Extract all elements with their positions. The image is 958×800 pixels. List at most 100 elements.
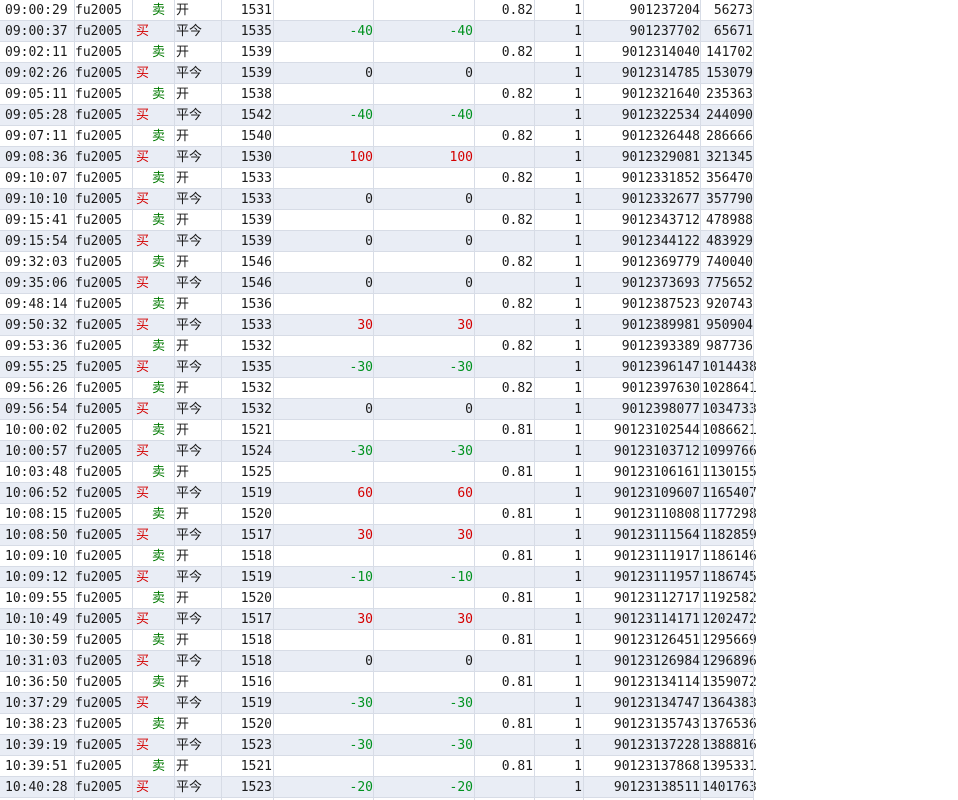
cell-open-close: 平今	[176, 24, 203, 39]
table-row[interactable]: 09:53:36 fu2005 卖开 1532 0.82 1 9012393389 98773…	[0, 336, 958, 357]
cell-open-close: 平今	[176, 234, 203, 249]
cell-fee	[476, 609, 533, 630]
table-row[interactable]: 09:56:26 fu2005 卖开 1532 0.82 1 9012397630 10286…	[0, 378, 958, 399]
cell-order-id: 9012396147	[621, 360, 700, 375]
cell-open-close: 平今	[176, 612, 203, 627]
table-row[interactable]: 09:15:41 fu2005 卖开 1539 0.82 1 9012343712 47898…	[0, 210, 958, 231]
table-row[interactable]: 09:48:14 fu2005 卖开 1536 0.82 1 9012387523 92074…	[0, 294, 958, 315]
table-row[interactable]: 09:02:11 fu2005 卖开 1539 0.82 1 9012314040 14170…	[0, 42, 958, 63]
table-row[interactable]: 09:05:11 fu2005 卖开 1538 0.82 1 9012321640 23536…	[0, 84, 958, 105]
table-row[interactable]: 10:06:52 fu2005 买 平今 1519 60 60 1 90123109607 116…	[0, 483, 958, 504]
cell-quantity: 1	[574, 192, 582, 207]
cell-time: 10:00:02	[5, 423, 68, 438]
table-row[interactable]: 10:03:48 fu2005 卖开 1525 0.81 1 90123106161 1130…	[0, 462, 958, 483]
cell-direction: 买	[136, 150, 150, 165]
cell-fee: 0.81	[501, 759, 533, 774]
table-row[interactable]: 10:38:23 fu2005 卖开 1520 0.81 1 90123135743 1376…	[0, 714, 958, 735]
table-row[interactable]: 09:08:36 fu2005 买 平今 1530 100 100 1 9012329081 32…	[0, 147, 958, 168]
table-row[interactable]: 10:00:02 fu2005 卖开 1521 0.81 1 90123102544 1086…	[0, 420, 958, 441]
cell-price: 1540	[240, 129, 272, 144]
cell-quantity: 1	[574, 759, 582, 774]
table-row[interactable]: 10:00:57 fu2005 买 平今 1524 -30 -30 1 90123103712 1…	[0, 441, 958, 462]
cell-float-pnl: 30	[457, 318, 473, 333]
cell-open-close: 开	[176, 381, 190, 396]
table-row[interactable]: 09:10:10 fu2005 买 平今 1533 0 0 1 9012332677 357790	[0, 189, 958, 210]
cell-code: fu2005	[75, 108, 122, 123]
cell-trade-id: 920743	[706, 297, 753, 312]
cell-code: fu2005	[75, 465, 122, 480]
cell-open-close: 平今	[176, 780, 203, 795]
cell-order-id: 90123111917	[613, 549, 700, 564]
cell-time: 10:30:59	[5, 633, 68, 648]
table-row[interactable]: 10:09:12 fu2005 买 平今 1519 -10 -10 1 90123111957 1…	[0, 567, 958, 588]
table-row[interactable]: 09:15:54 fu2005 买 平今 1539 0 0 1 9012344122 483929	[0, 231, 958, 252]
table-row[interactable]: 10:36:50 fu2005 卖开 1516 0.81 1 90123134114 1359…	[0, 672, 958, 693]
cell-order-id: 9012314040	[621, 45, 700, 60]
column-divider	[174, 0, 175, 800]
table-row[interactable]: 09:50:32 fu2005 买 平今 1533 30 30 1 9012389981 9509…	[0, 315, 958, 336]
cell-open-close: 平今	[176, 150, 203, 165]
cell-quantity: 1	[574, 255, 582, 270]
cell-close-pnl: -40	[349, 108, 373, 123]
cell-fee	[476, 525, 533, 546]
cell-fee: 0.82	[501, 3, 533, 18]
cell-open-close: 开	[176, 675, 190, 690]
cell-time: 10:09:12	[5, 570, 68, 585]
cell-trade-id: 286666	[706, 129, 753, 144]
cell-price: 1533	[240, 171, 272, 186]
table-row[interactable]: 09:35:06 fu2005 买 平今 1546 0 0 1 9012373693 775652	[0, 273, 958, 294]
cell-order-id: 90123138511	[613, 780, 700, 795]
cell-float-pnl	[375, 294, 473, 315]
table-row[interactable]: 10:08:50 fu2005 买 平今 1517 30 30 1 90123111564 118…	[0, 525, 958, 546]
table-row[interactable]: 09:00:29 fu2005 卖开 1531 0.82 1 901237204 56273	[0, 0, 958, 21]
table-row[interactable]: 09:10:07 fu2005 卖开 1533 0.82 1 9012331852 35647…	[0, 168, 958, 189]
table-row[interactable]: 10:09:10 fu2005 卖开 1518 0.81 1 90123111917 1186…	[0, 546, 958, 567]
cell-order-id: 9012397630	[621, 381, 700, 396]
cell-order-id: 9012329081	[621, 150, 700, 165]
table-row[interactable]: 09:32:03 fu2005 卖开 1546 0.82 1 9012369779 74004…	[0, 252, 958, 273]
cell-close-pnl: -40	[349, 24, 373, 39]
cell-trade-id: 1086621	[702, 423, 757, 438]
table-row[interactable]: 10:30:59 fu2005 卖开 1518 0.81 1 90123126451 1295…	[0, 630, 958, 651]
table-row[interactable]: 10:39:19 fu2005 买 平今 1523 -30 -30 1 90123137228 1…	[0, 735, 958, 756]
cell-time: 10:08:50	[5, 528, 68, 543]
table-row[interactable]: 09:56:54 fu2005 买 平今 1532 0 0 1 9012398077 103473…	[0, 399, 958, 420]
table-row[interactable]: 09:00:37 fu2005 买 平今 1535 -40 -40 1 901237702 656…	[0, 21, 958, 42]
cell-close-pnl: -30	[349, 444, 373, 459]
column-divider	[132, 0, 133, 800]
column-divider	[700, 0, 701, 800]
table-row[interactable]: 10:08:15 fu2005 卖开 1520 0.81 1 90123110808 1177…	[0, 504, 958, 525]
cell-price: 1525	[240, 465, 272, 480]
table-row[interactable]: 10:40:28 fu2005 买 平今 1523 -20 -20 1 90123138511 1…	[0, 777, 958, 798]
cell-fee: 0.82	[501, 339, 533, 354]
cell-fee: 0.81	[501, 465, 533, 480]
cell-fee: 0.82	[501, 171, 533, 186]
table-row[interactable]: 10:10:49 fu2005 买 平今 1517 30 30 1 90123114171 120…	[0, 609, 958, 630]
cell-price: 1518	[240, 633, 272, 648]
cell-float-pnl	[375, 210, 473, 231]
cell-price: 1546	[240, 255, 272, 270]
table-row[interactable]: 09:05:28 fu2005 买 平今 1542 -40 -40 1 9012322534 24…	[0, 105, 958, 126]
cell-order-id: 90123111564	[613, 528, 700, 543]
cell-trade-id: 1359072	[702, 675, 757, 690]
table-row[interactable]: 10:31:03 fu2005 买 平今 1518 0 0 1 90123126984 12968…	[0, 651, 958, 672]
cell-direction: 买	[136, 780, 150, 795]
cell-open-close: 开	[176, 759, 190, 774]
cell-trade-id: 1014438	[702, 360, 757, 375]
cell-quantity: 1	[574, 3, 582, 18]
table-row[interactable]: 10:37:29 fu2005 买 平今 1519 -30 -30 1 90123134747 1…	[0, 693, 958, 714]
cell-open-close: 开	[176, 45, 190, 60]
table-row[interactable]: 10:39:51 fu2005 卖开 1521 0.81 1 90123137868 1395…	[0, 756, 958, 777]
table-row[interactable]: 09:55:25 fu2005 买 平今 1535 -30 -30 1 9012396147 10…	[0, 357, 958, 378]
cell-code: fu2005	[75, 171, 122, 186]
table-body: 09:00:29 fu2005 卖开 1531 0.82 1 901237204 56273 0…	[0, 0, 958, 798]
table-row[interactable]: 09:07:11 fu2005 卖开 1540 0.82 1 9012326448 28666…	[0, 126, 958, 147]
cell-close-pnl: 0	[365, 276, 373, 291]
table-row[interactable]: 09:02:26 fu2005 买 平今 1539 0 0 1 9012314785 153079	[0, 63, 958, 84]
cell-direction: 买	[136, 696, 150, 711]
cell-price: 1533	[240, 318, 272, 333]
cell-order-id: 90123106161	[613, 465, 700, 480]
cell-trade-id: 1364383	[702, 696, 757, 711]
table-row[interactable]: 10:09:55 fu2005 卖开 1520 0.81 1 90123112717 1192…	[0, 588, 958, 609]
cell-direction: 买	[136, 570, 150, 585]
